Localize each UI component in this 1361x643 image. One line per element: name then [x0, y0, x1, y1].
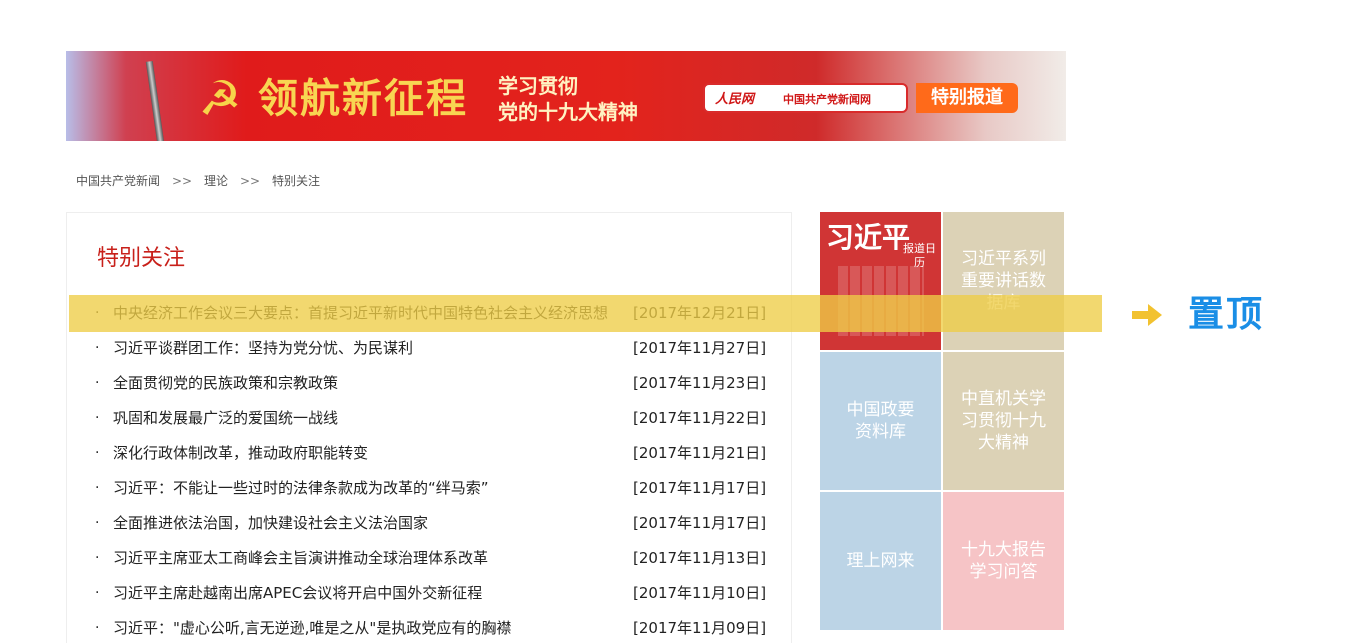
breadcrumb-theory[interactable]: 理论	[204, 174, 228, 188]
news-headline-link[interactable]: 巩固和发展最广泛的爱国统一战线	[113, 401, 627, 436]
tile-theory-online[interactable]: 理上网来	[820, 492, 941, 630]
people-logo[interactable]: 人民网	[715, 85, 754, 115]
tile-label: 十九大报告学习问答	[961, 540, 1046, 582]
feature-tiles: 习近平 报道日历 习近平系列重要讲话数据库 中国政要资料库 中直机关学习贯彻十九…	[820, 212, 1065, 632]
calendar-grid-icon	[838, 266, 924, 336]
tile-gov-docs[interactable]: 中国政要资料库	[820, 352, 941, 490]
news-list: · 中央经济工作会议三大要点：首提习近平新时代中国特色社会主义经济思想 [201…	[67, 296, 791, 643]
news-date: [2017年11月17日]	[633, 479, 767, 497]
list-item: · 习近平主席亚太工商峰会主旨演讲推动全球治理体系改革 [2017年11月13日…	[67, 541, 791, 576]
news-date: [2017年11月09日]	[633, 619, 767, 637]
pin-to-top-label: 置顶	[1188, 294, 1265, 335]
special-report-badge[interactable]: 特别报道	[916, 83, 1018, 113]
tile-report-qa[interactable]: 十九大报告学习问答	[943, 492, 1064, 630]
banner-title: 领航新征程	[258, 75, 468, 122]
flag-pole	[145, 60, 166, 141]
bullet: ·	[95, 410, 100, 426]
tile-speech-database[interactable]: 习近平系列重要讲话数据库	[943, 212, 1064, 350]
banner-subtitle-line2: 党的十九大精神	[498, 100, 638, 124]
news-headline-link[interactable]: 中央经济工作会议三大要点：首提习近平新时代中国特色社会主义经济思想	[113, 296, 627, 331]
breadcrumb-separator: >>	[171, 174, 193, 188]
list-item: · 深化行政体制改革，推动政府职能转变 [2017年11月21日]	[67, 436, 791, 471]
list-item: · 习近平主席赴越南出席APEC会议将开启中国外交新征程 [2017年11月10…	[67, 576, 791, 611]
news-date: [2017年11月22日]	[633, 409, 767, 427]
bullet: ·	[95, 340, 100, 356]
news-headline-link[interactable]: 深化行政体制改革，推动政府职能转变	[113, 436, 627, 471]
page: ☭ 领航新征程 学习贯彻 党的十九大精神 人民网 中国共产党新闻网 特别报道 中…	[0, 0, 1361, 643]
news-headline-link[interactable]: 习近平谈群团工作：坚持为党分忧、为民谋利	[113, 331, 627, 366]
list-item: · 全面推进依法治国，加快建设社会主义法治国家 [2017年11月17日]	[67, 506, 791, 541]
tile-label: 习近平系列重要讲话数据库	[961, 249, 1046, 313]
list-item: · 中央经济工作会议三大要点：首提习近平新时代中国特色社会主义经济思想 [201…	[67, 296, 791, 331]
news-headline-link[interactable]: 习近平主席赴越南出席APEC会议将开启中国外交新征程	[113, 576, 627, 611]
bullet: ·	[95, 305, 100, 321]
news-date: [2017年11月17日]	[633, 514, 767, 532]
breadcrumb-special-focus[interactable]: 特别关注	[272, 174, 320, 188]
cpc-news-logo[interactable]: 中国共产党新闻网	[783, 85, 871, 115]
breadcrumb-cpc-news[interactable]: 中国共产党新闻	[76, 174, 160, 188]
banner-subtitle-line1: 学习贯彻	[498, 74, 578, 98]
news-headline-link[interactable]: 习近平主席亚太工商峰会主旨演讲推动全球治理体系改革	[113, 541, 627, 576]
bullet: ·	[95, 620, 100, 636]
news-date: [2017年12月21日]	[633, 304, 767, 322]
tile-label: 理上网来	[846, 551, 915, 571]
banner-subtitle: 学习贯彻 党的十九大精神	[498, 73, 668, 125]
news-headline-link[interactable]: 全面贯彻党的民族政策和宗教政策	[113, 366, 627, 401]
news-headline-link[interactable]: 习近平：不能让一些过时的法律条款成为改革的“绊马索”	[113, 471, 627, 506]
news-date: [2017年11月23日]	[633, 374, 767, 392]
tile-central-organs[interactable]: 中直机关学习贯彻十九大精神	[943, 352, 1064, 490]
list-item: · 习近平谈群团工作：坚持为党分忧、为民谋利 [2017年11月27日]	[67, 331, 791, 366]
news-list-panel: 特别关注 · 中央经济工作会议三大要点：首提习近平新时代中国特色社会主义经济思想…	[66, 212, 792, 643]
news-date: [2017年11月13日]	[633, 549, 767, 567]
bullet: ·	[95, 375, 100, 391]
party-emblem-icon: ☭	[198, 71, 242, 127]
top-banner[interactable]: ☭ 领航新征程 学习贯彻 党的十九大精神 人民网 中国共产党新闻网 特别报道	[66, 51, 1066, 141]
bullet: ·	[95, 480, 100, 496]
news-date: [2017年11月10日]	[633, 584, 767, 602]
news-headline-link[interactable]: 全面推进依法治国，加快建设社会主义法治国家	[113, 506, 627, 541]
news-date: [2017年11月21日]	[633, 444, 767, 462]
news-headline-link[interactable]: 习近平："虚心公听,言无逆逊,唯是之从"是执政党应有的胸襟	[113, 611, 627, 643]
partner-logos[interactable]: 人民网 中国共产党新闻网	[703, 83, 908, 113]
breadcrumb: 中国共产党新闻 >> 理论 >> 特别关注	[76, 172, 320, 190]
tile-label: 中直机关学习贯彻十九大精神	[961, 389, 1046, 453]
bullet: ·	[95, 515, 100, 531]
list-item: · 全面贯彻党的民族政策和宗教政策 [2017年11月23日]	[67, 366, 791, 401]
list-item: · 巩固和发展最广泛的爱国统一战线 [2017年11月22日]	[67, 401, 791, 436]
bullet: ·	[95, 585, 100, 601]
news-date: [2017年11月27日]	[633, 339, 767, 357]
list-item: · 习近平："虚心公听,言无逆逊,唯是之从"是执政党应有的胸襟 [2017年11…	[67, 611, 791, 643]
arrow-right-icon	[1132, 304, 1162, 326]
tile-label: 中国政要资料库	[846, 400, 915, 442]
breadcrumb-separator: >>	[239, 174, 261, 188]
bullet: ·	[95, 550, 100, 566]
section-title: 特别关注	[97, 246, 186, 271]
tile-report-calendar[interactable]: 习近平 报道日历	[820, 212, 941, 350]
list-item: · 习近平：不能让一些过时的法律条款成为改革的“绊马索” [2017年11月17…	[67, 471, 791, 506]
bullet: ·	[95, 445, 100, 461]
